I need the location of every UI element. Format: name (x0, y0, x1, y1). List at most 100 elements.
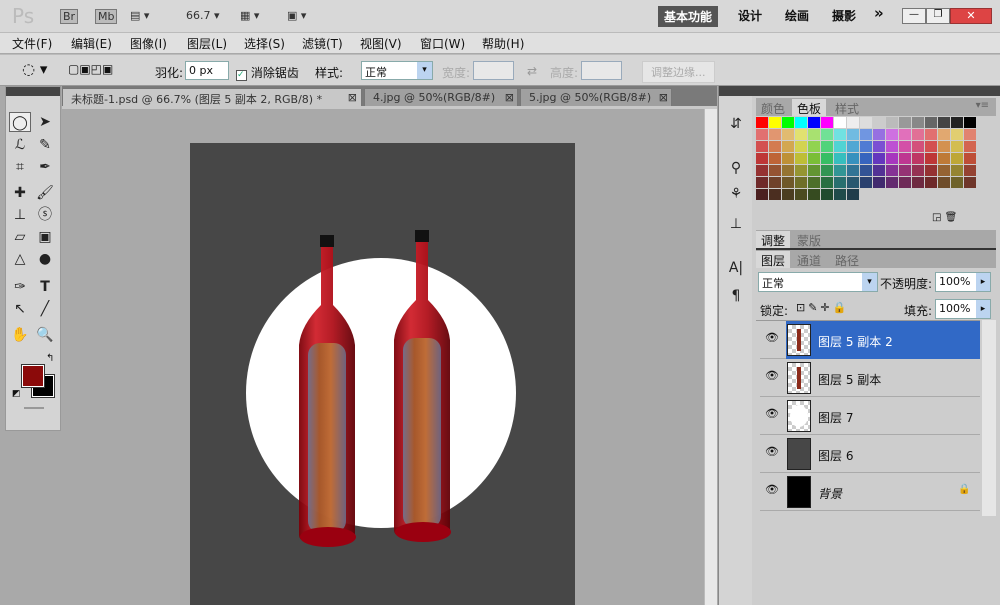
color-swatch[interactable] (847, 165, 859, 176)
color-swatch[interactable] (925, 177, 937, 188)
color-swatch[interactable] (873, 189, 885, 200)
lock-icons[interactable]: ⊡✎✛🔒 (796, 301, 849, 314)
color-swatch[interactable] (964, 141, 976, 152)
dodge-tool[interactable]: ● (34, 249, 56, 269)
color-swatch[interactable] (756, 153, 768, 164)
hand-tool[interactable]: ✋ (9, 325, 31, 345)
color-swatch[interactable] (938, 129, 950, 140)
bridge-button[interactable]: Br (60, 9, 79, 24)
color-swatch[interactable] (912, 117, 924, 128)
menu-image[interactable]: 图像(I) (130, 35, 167, 52)
color-swatch[interactable] (912, 189, 924, 200)
vertical-scrollbar[interactable] (704, 109, 717, 605)
color-swatch[interactable] (769, 117, 781, 128)
menu-filter[interactable]: 滤镜(T) (302, 35, 343, 52)
color-swatch[interactable] (886, 165, 898, 176)
tab-untitled-1[interactable]: 未标题-1.psd @ 66.7% (图层 5 副本 2, RGB/8) * ⊠ (62, 88, 362, 106)
color-swatch[interactable] (938, 177, 950, 188)
mini-bridge-button[interactable]: Mb (95, 9, 118, 24)
gradient-tool[interactable]: ▣ (34, 227, 56, 247)
color-swatch[interactable] (821, 165, 833, 176)
color-swatch[interactable] (860, 189, 872, 200)
color-swatch[interactable] (925, 153, 937, 164)
brush-presets-icon[interactable]: ⚲ (725, 158, 747, 178)
color-swatch[interactable] (808, 177, 820, 188)
fill-input[interactable]: 100% ▸ (935, 299, 991, 319)
close-tab-icon[interactable]: ⊠ (348, 91, 357, 104)
color-swatch[interactable] (899, 117, 911, 128)
refine-edge-button[interactable]: 调整边缘... (642, 61, 715, 83)
elliptical-marquee-tool[interactable]: ◯ (9, 112, 31, 132)
restore-button[interactable]: ❐ (926, 8, 950, 24)
selection-mode-buttons[interactable]: ▢▣◰▣ (68, 62, 113, 76)
color-swatch[interactable] (756, 189, 768, 200)
color-swatch[interactable] (769, 141, 781, 152)
color-swatch[interactable] (821, 129, 833, 140)
color-swatch[interactable] (821, 189, 833, 200)
color-swatch[interactable] (808, 117, 820, 128)
more-workspaces-button[interactable]: » (874, 4, 884, 22)
color-swatch[interactable] (951, 117, 963, 128)
color-swatch[interactable] (964, 177, 976, 188)
color-swatch[interactable] (795, 129, 807, 140)
tab-styles[interactable]: 样式 (830, 99, 864, 116)
color-swatch[interactable] (912, 129, 924, 140)
color-swatch[interactable] (834, 129, 846, 140)
color-swatch[interactable] (808, 189, 820, 200)
history-brush-tool[interactable]: ⓢ (34, 205, 56, 225)
color-swatch[interactable] (938, 141, 950, 152)
color-swatch[interactable] (873, 117, 885, 128)
workspace-painting[interactable]: 绘画 (785, 7, 809, 24)
color-swatch[interactable] (860, 165, 872, 176)
tab-layers[interactable]: 图层 (756, 251, 791, 268)
clone-stamp-tool[interactable]: ⊥ (9, 205, 31, 225)
visibility-eye-icon[interactable]: 👁 (763, 331, 781, 347)
color-swatch[interactable] (912, 177, 924, 188)
feather-input[interactable]: 0 px (185, 61, 229, 80)
color-swatch[interactable] (886, 129, 898, 140)
color-swatch[interactable] (756, 141, 768, 152)
path-selection-tool[interactable]: ↖ (9, 299, 31, 319)
color-swatch[interactable] (938, 165, 950, 176)
tab-adjustments[interactable]: 调整 (756, 231, 791, 248)
new-swatch-icon[interactable]: ◲ 🗑 (932, 212, 957, 223)
color-swatch[interactable] (821, 153, 833, 164)
height-input[interactable] (581, 61, 622, 80)
document-canvas[interactable] (190, 143, 575, 605)
color-swatch[interactable] (925, 189, 937, 200)
color-swatch[interactable] (873, 141, 885, 152)
tab-paths[interactable]: 路径 (830, 251, 864, 268)
antialias-checkbox[interactable]: ✓ 消除锯齿 (236, 64, 299, 81)
color-swatch[interactable] (847, 117, 859, 128)
tab-color[interactable]: 颜色 (756, 99, 790, 116)
tab-swatches[interactable]: 色板 (792, 99, 827, 116)
color-swatch[interactable] (782, 177, 794, 188)
color-swatch[interactable] (899, 153, 911, 164)
color-swatch[interactable] (847, 177, 859, 188)
color-swatch[interactable] (964, 129, 976, 140)
color-swatch[interactable] (782, 129, 794, 140)
pen-tool[interactable]: ✑ (9, 277, 31, 297)
color-swatch[interactable] (886, 141, 898, 152)
swap-colors-icon[interactable]: ↰ (46, 353, 54, 364)
color-swatch[interactable] (795, 117, 807, 128)
color-swatch[interactable] (964, 165, 976, 176)
color-swatch[interactable] (834, 153, 846, 164)
tool-presets-icon[interactable]: ⊥ (725, 214, 747, 234)
eraser-tool[interactable]: ▱ (9, 227, 31, 247)
eyedropper-tool[interactable]: ✒ (34, 157, 56, 177)
menu-select[interactable]: 选择(S) (244, 35, 285, 52)
elliptical-marquee-preset-icon[interactable]: ◌ ▾ (22, 60, 47, 78)
workspace-photography[interactable]: 摄影 (832, 7, 856, 24)
menu-file[interactable]: 文件(F) (12, 35, 52, 52)
color-swatch[interactable] (951, 177, 963, 188)
layer-row[interactable]: 👁 图层 7 (760, 397, 980, 435)
color-swatch[interactable] (782, 165, 794, 176)
color-swatch[interactable] (782, 141, 794, 152)
crop-tool[interactable]: ⌗ (9, 157, 31, 177)
color-swatch[interactable] (938, 117, 950, 128)
color-swatch[interactable] (808, 141, 820, 152)
color-swatch[interactable] (925, 117, 937, 128)
menu-view[interactable]: 视图(V) (360, 35, 402, 52)
color-swatch[interactable] (899, 141, 911, 152)
